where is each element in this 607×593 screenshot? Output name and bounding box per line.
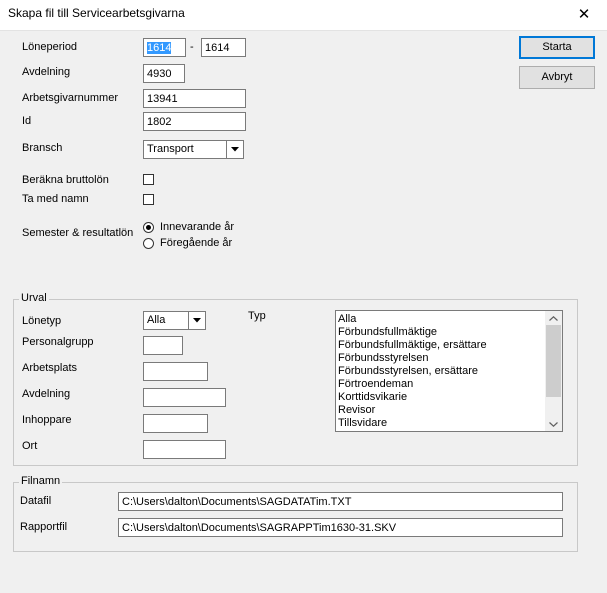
datafil-field[interactable]: C:\Users\dalton\Documents\SAGDATATim.TXT (118, 492, 563, 511)
list-item[interactable]: Förbundsfullmäktige, ersättare (338, 339, 545, 352)
id-label: Id (22, 115, 32, 127)
berakna-bruttolon-checkbox[interactable] (143, 174, 154, 185)
ort-label: Ort (22, 440, 38, 452)
avdelning-field[interactable]: 4930 (143, 64, 185, 83)
list-item[interactable]: Förtroendeman (338, 378, 545, 391)
start-button[interactable]: Starta (519, 36, 595, 59)
bransch-dropdown[interactable]: Transport (143, 140, 244, 159)
cancel-button[interactable]: Avbryt (519, 66, 595, 89)
berakna-bruttolon-label: Beräkna bruttolön (22, 174, 109, 186)
arbetsgivarnummer-field[interactable]: 13941 (143, 89, 246, 108)
loneperiod-from-field[interactable]: 1614 (143, 38, 186, 57)
typ-scrollbar[interactable] (545, 311, 562, 431)
lonetyp-dropdown[interactable]: Alla (143, 311, 206, 330)
scroll-down-icon[interactable] (545, 417, 562, 431)
loneperiod-to-field[interactable]: 1614 (201, 38, 246, 57)
inhoppare-field[interactable] (143, 414, 208, 433)
arbetsgivarnummer-label: Arbetsgivarnummer (22, 92, 118, 104)
ort-field[interactable] (143, 440, 226, 459)
urval-avdelning-field[interactable] (143, 388, 226, 407)
lonetyp-label: Lönetyp (22, 315, 62, 327)
dialog-window: Skapa fil till Servicearbetsgivarna ✕ Lö… (0, 0, 607, 593)
ta-med-namn-label: Ta med namn (22, 193, 89, 205)
typ-listbox[interactable]: Alla Förbundsfullmäktige Förbundsfullmäk… (335, 310, 563, 432)
urval-legend: Urval (19, 292, 49, 304)
list-item[interactable]: Korttidsvikarie (338, 391, 545, 404)
semester-resultatlon-label: Semester & resultatlön (22, 227, 134, 239)
arbetsplats-label: Arbetsplats (22, 362, 78, 374)
scroll-thumb[interactable] (546, 325, 561, 397)
avdelning-label: Avdelning (22, 66, 71, 78)
personalgrupp-field[interactable] (143, 336, 183, 355)
title-divider (0, 30, 607, 31)
list-item[interactable]: Förbundsstyrelsen (338, 352, 545, 365)
urval-avdelning-label: Avdelning (22, 388, 71, 400)
loneperiod-from-value: 1614 (147, 42, 172, 54)
chevron-down-icon[interactable] (188, 312, 205, 329)
loneperiod-separator: - (190, 41, 194, 53)
bransch-label: Bransch (22, 142, 63, 154)
radio-foregaende-ar[interactable] (143, 238, 154, 249)
lonetyp-value: Alla (147, 314, 166, 326)
ta-med-namn-checkbox[interactable] (143, 194, 154, 205)
radio-innevarande-ar[interactable] (143, 222, 154, 233)
id-field[interactable]: 1802 (143, 112, 246, 131)
chevron-down-icon[interactable] (226, 141, 243, 158)
close-icon[interactable]: ✕ (561, 0, 607, 30)
personalgrupp-label: Personalgrupp (22, 336, 94, 348)
filnamn-legend: Filnamn (19, 475, 63, 487)
rapportfil-field[interactable]: C:\Users\dalton\Documents\SAGRAPPTim1630… (118, 518, 563, 537)
list-item[interactable]: Förbundsfullmäktige (338, 326, 545, 339)
arbetsplats-field[interactable] (143, 362, 208, 381)
window-title: Skapa fil till Servicearbetsgivarna (8, 6, 185, 20)
list-item[interactable]: Alla (338, 313, 545, 326)
rapportfil-label: Rapportfil (20, 521, 68, 533)
typ-label: Typ (248, 310, 266, 322)
title-bar: Skapa fil till Servicearbetsgivarna ✕ (0, 0, 607, 30)
inhoppare-label: Inhoppare (22, 414, 72, 426)
radio-foregaende-ar-label[interactable]: Föregående år (160, 237, 232, 249)
loneperiod-label: Löneperiod (22, 41, 78, 53)
bransch-value: Transport (147, 143, 194, 155)
typ-items: Alla Förbundsfullmäktige Förbundsfullmäk… (338, 313, 545, 430)
datafil-label: Datafil (20, 495, 52, 507)
list-item[interactable]: Tillsvidare (338, 417, 545, 430)
scroll-up-icon[interactable] (545, 311, 562, 325)
list-item[interactable]: Revisor (338, 404, 545, 417)
radio-innevarande-ar-label[interactable]: Innevarande år (160, 221, 234, 233)
list-item[interactable]: Förbundsstyrelsen, ersättare (338, 365, 545, 378)
